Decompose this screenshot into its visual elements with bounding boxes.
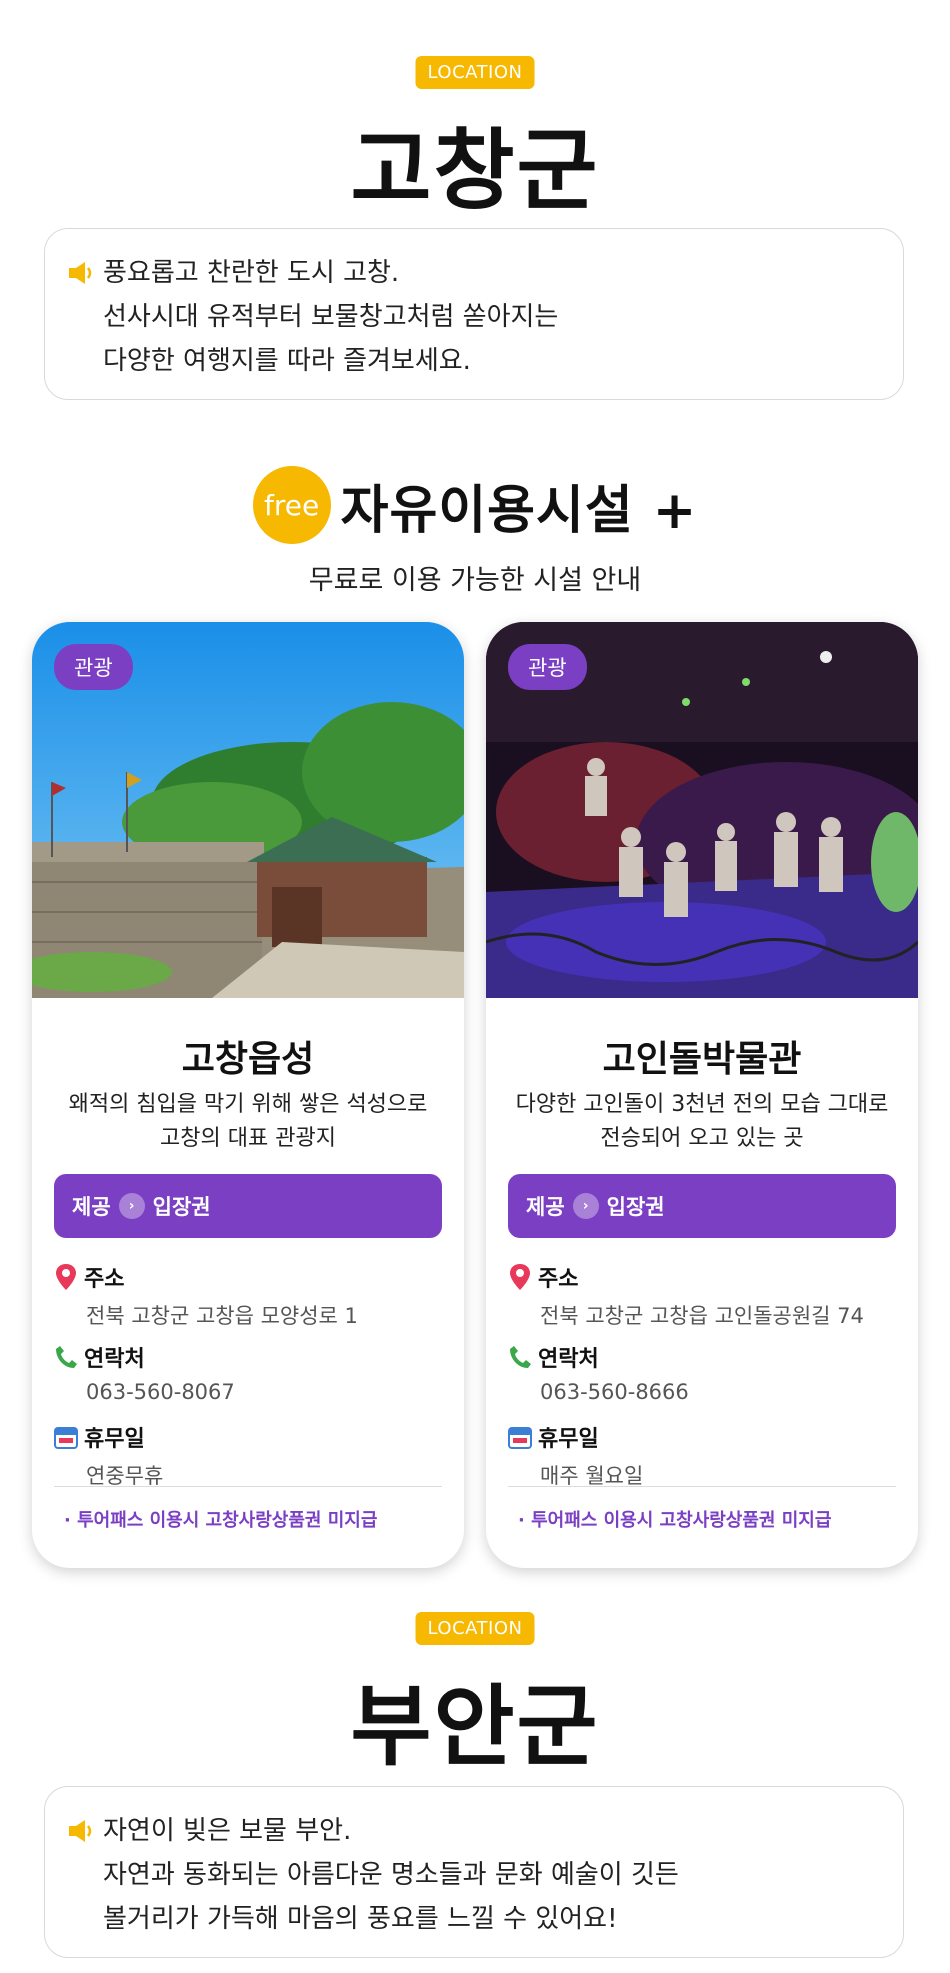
intro-box: 자연이 빚은 보물 부안. 자연과 동화되는 아름다운 명소들과 문화 예술이 … [44,1786,904,1958]
address-value: 전북 고창군 고창읍 고인돌공원길 74 [540,1304,864,1328]
contact-value[interactable]: 063-560-8067 [86,1380,235,1404]
intro-line: 자연과 동화되는 아름다운 명소들과 문화 예술이 깃든 [103,1860,679,1890]
location-pin-icon [510,1264,530,1290]
address-value: 전북 고창군 고창읍 모양성로 1 [86,1304,358,1328]
location-badge: LOCATION [415,1612,535,1645]
speaker-icon [69,262,92,284]
offer-value: 입장권 [606,1195,665,1219]
facility-description: 왜적의 침입을 막기 위해 쌓은 석성으로 고창의 대표 관광지 [32,1088,464,1156]
offer-value: 입장권 [152,1195,211,1219]
description-line: 전승되어 오고 있는 곳 [600,1126,804,1151]
location-pin-icon [56,1264,76,1290]
free-facilities-title: 자유이용시설 + [340,480,698,541]
calendar-icon [54,1427,78,1449]
intro-text: 풍요롭고 찬란한 도시 고창. 선사시대 유적부터 보물창고처럼 쏟아지는 다양… [103,251,558,383]
category-badge: 관광 [54,644,133,690]
address-label: 주소 [84,1267,125,1292]
facility-name: 고인돌박물관 [602,1039,802,1080]
phone-icon [56,1346,77,1368]
offer-label: 제공 [72,1195,111,1219]
facility-name: 고창읍성 [181,1039,315,1080]
calendar-icon [508,1427,532,1449]
speaker-icon [69,1820,92,1842]
intro-box: 풍요롭고 찬란한 도시 고창. 선사시대 유적부터 보물창고처럼 쏟아지는 다양… [44,228,904,400]
chevron-right-icon: › [118,1193,145,1219]
contact-block: 연락처 063-560-8666 [508,1342,689,1404]
phone-icon [510,1346,531,1368]
closed-days-label: 휴무일 [84,1427,145,1452]
tourpass-note: · 투어패스 이용시 고창사랑상품권 미지급 [64,1510,378,1531]
closed-days-block: 휴무일 연중무휴 [54,1422,163,1490]
contact-block: 연락처 063-560-8067 [54,1342,235,1404]
description-line: 왜적의 침입을 막기 위해 쌓은 석성으로 [68,1092,428,1117]
region-section-gochang: LOCATION 고창군 풍요롭고 찬란한 도시 고창. 선사시대 유적부터 보… [0,0,950,420]
free-facilities-heading: free 자유이용시설 + [0,465,950,545]
intro-line: 풍요롭고 찬란한 도시 고창. [103,258,400,288]
address-block: 주소 전북 고창군 고창읍 고인돌공원길 74 [508,1262,864,1330]
location-badge: LOCATION [415,56,535,89]
region-title: 부안군 [350,1675,600,1778]
offer-label: 제공 [526,1195,565,1219]
category-badge: 관광 [508,644,587,690]
closed-days-label: 휴무일 [538,1427,599,1452]
tourpass-note: · 투어패스 이용시 고창사랑상품권 미지급 [518,1510,832,1531]
contact-value[interactable]: 063-560-8666 [540,1380,689,1404]
facility-card-dolmen-museum[interactable]: 관광 고인돌박물관 다양한 고인돌이 3천년 전의 모습 그대로 전승되어 오고… [486,622,918,1568]
closed-days-block: 휴무일 매주 월요일 [508,1422,643,1490]
free-badge: free [252,466,331,544]
divider [54,1486,442,1487]
intro-line: 다양한 여행지를 따라 즐겨보세요. [103,346,471,376]
chevron-right-icon: › [572,1193,599,1219]
intro-line: 자연이 빚은 보물 부안. [103,1816,352,1846]
contact-label: 연락처 [84,1347,145,1372]
description-line: 고창의 대표 관광지 [160,1126,336,1151]
intro-line: 선사시대 유적부터 보물창고처럼 쏟아지는 [103,302,559,332]
offer-banner: 제공 › 입장권 [508,1174,896,1238]
region-section-buan: LOCATION 부안군 자연이 빚은 보물 부안. 자연과 동화되는 아름다운… [0,1600,950,1973]
description-line: 다양한 고인돌이 3천년 전의 모습 그대로 [515,1092,889,1117]
address-label: 주소 [538,1267,579,1292]
intro-text: 자연이 빚은 보물 부안. 자연과 동화되는 아름다운 명소들과 문화 예술이 … [103,1809,679,1941]
facility-description: 다양한 고인돌이 3천년 전의 모습 그대로 전승되어 오고 있는 곳 [486,1088,918,1156]
contact-label: 연락처 [538,1347,599,1372]
free-facilities-subtitle: 무료로 이용 가능한 시설 안내 [308,565,642,596]
address-block: 주소 전북 고창군 고창읍 모양성로 1 [54,1262,358,1330]
region-title: 고창군 [350,119,600,222]
offer-banner: 제공 › 입장권 [54,1174,442,1238]
intro-line: 볼거리가 가득해 마음의 풍요를 느낄 수 있어요! [103,1904,618,1934]
facility-card-gochang-eupseong[interactable]: 관광 고창읍성 왜적의 침입을 막기 위해 쌓은 석성으로 고창의 대표 관광지… [32,622,464,1568]
divider [508,1486,896,1487]
